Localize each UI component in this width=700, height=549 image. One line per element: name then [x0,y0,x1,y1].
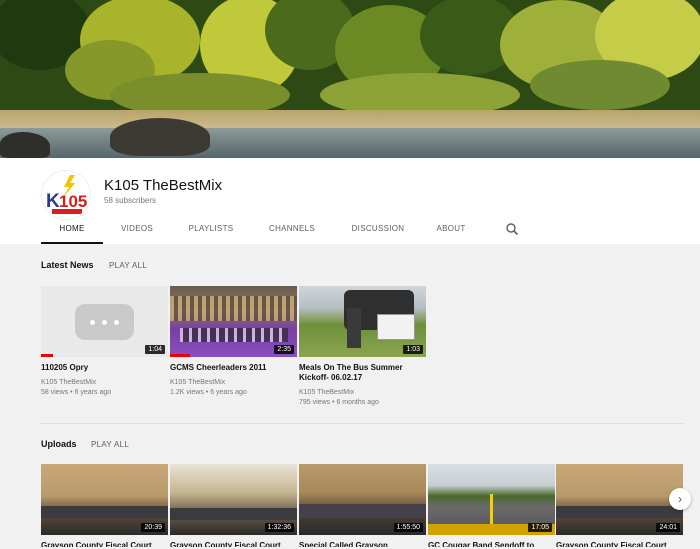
video-duration: 1:03 [403,345,423,354]
chevron-right-icon: › [678,492,682,506]
video-thumbnail[interactable]: 24:01 [556,464,683,535]
video-meta: 1.2K views • 6 years ago [170,389,247,396]
tab-channels[interactable]: CHANNELS [251,222,333,244]
video-thumbnail[interactable]: 20:39 [41,464,168,535]
tab-discussion[interactable]: DISCUSSION [333,222,423,244]
channel-tabs: HOME VIDEOS PLAYLISTS CHANNELS DISCUSSIO… [41,222,479,244]
video-channel[interactable]: K105 TheBestMix [170,378,297,388]
video-thumbnail[interactable]: 2:35 [170,286,297,357]
video-title[interactable]: Grayson County Fiscal Court [41,541,168,547]
video-card[interactable]: 24:01 Grayson County Fiscal Court [556,464,683,547]
tab-playlists[interactable]: PLAYLISTS [171,222,251,244]
video-duration: 20:39 [141,523,165,532]
video-title[interactable]: Grayson County Fiscal Court [170,541,297,547]
section-title-latest-news: Latest News [41,260,94,270]
video-title[interactable]: Meals On The Bus Summer Kickoff- 06.02.1… [299,363,426,383]
watch-progress-bar [170,354,190,357]
video-duration: 2:35 [274,345,294,354]
tab-home[interactable]: HOME [41,222,103,244]
video-thumbnail[interactable]: 1:03 [299,286,426,357]
video-channel[interactable]: K105 TheBestMix [41,378,168,388]
play-all-latest-button[interactable]: PLAY ALL [109,261,147,270]
video-title[interactable]: 110205 Opry [41,363,168,373]
video-duration: 1:04 [145,345,165,354]
tab-videos[interactable]: VIDEOS [103,222,171,244]
banner-rock [0,132,50,158]
video-duration: 24:01 [656,523,680,532]
search-button[interactable] [505,222,519,236]
video-channel[interactable]: K105 TheBestMix [299,388,426,398]
video-thumbnail[interactable]: 1:32:36 [170,464,297,535]
banner-rock [110,118,210,156]
channel-banner [0,0,700,158]
tab-about[interactable]: ABOUT [423,222,479,244]
video-thumbnail[interactable]: 1:04 [41,286,168,357]
section-divider [41,423,685,424]
video-title[interactable]: Special Called Grayson [299,541,426,547]
video-card[interactable]: 17:05 GC Cougar Band Sendoff to [428,464,555,547]
video-meta: 795 views • 6 months ago [299,399,379,406]
section-title-uploads: Uploads [41,439,77,449]
channel-avatar[interactable]: K 105 [41,170,91,220]
placeholder-thumb-icon [75,304,134,340]
next-uploads-button[interactable]: › [669,488,691,510]
video-card[interactable]: 1:03 Meals On The Bus Summer Kickoff- 06… [299,286,426,408]
video-card[interactable]: 1:04 110205 Opry K105 TheBestMix 58 view… [41,286,168,398]
video-duration: 17:05 [528,523,552,532]
video-duration: 1:32:36 [264,523,294,532]
channel-name: K105 TheBestMix [104,177,223,194]
video-thumbnail[interactable]: 17:05 [428,464,555,535]
play-all-uploads-button[interactable]: PLAY ALL [91,440,129,449]
video-thumbnail[interactable]: 1:55:50 [299,464,426,535]
k105-logo-icon: K 105 [42,171,90,219]
video-card[interactable]: 1:32:36 Grayson County Fiscal Court [170,464,297,547]
svg-text:105: 105 [59,192,87,211]
video-card[interactable]: 2:35 GCMS Cheerleaders 2011 K105 TheBest… [170,286,297,398]
video-card[interactable]: 1:55:50 Special Called Grayson [299,464,426,547]
video-title[interactable]: GCMS Cheerleaders 2011 [170,363,297,373]
video-card[interactable]: 20:39 Grayson County Fiscal Court [41,464,168,547]
video-duration: 1:55:50 [393,523,423,532]
video-title[interactable]: Grayson County Fiscal Court [556,541,683,547]
banner-trees [0,0,700,115]
subscriber-count: 58 subscribers [104,196,157,205]
video-title[interactable]: GC Cougar Band Sendoff to [428,541,555,547]
svg-text:K: K [46,191,60,212]
watch-progress-bar [41,354,53,357]
search-icon [506,223,519,236]
video-meta: 58 views • 6 years ago [41,389,112,396]
banner-water [0,128,700,158]
